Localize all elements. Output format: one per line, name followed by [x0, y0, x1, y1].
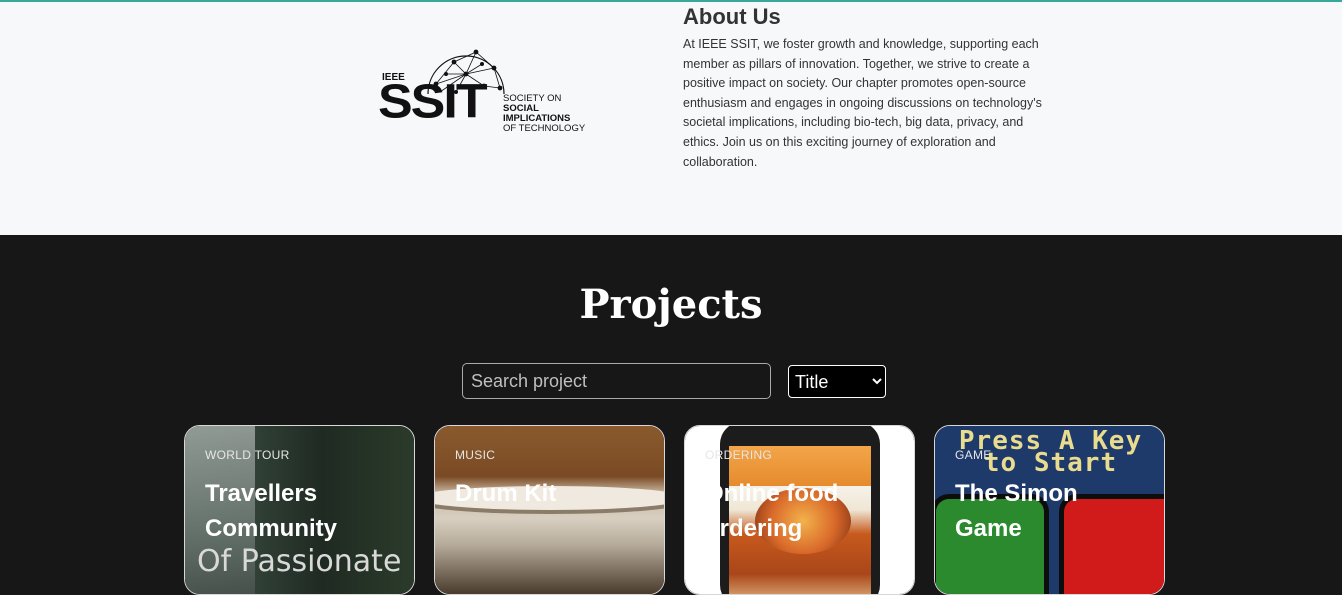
logo-line-3: OF TECHNOLOGY: [503, 123, 586, 134]
project-card-online-food-ordering[interactable]: ORDERING Online food ordering: [684, 425, 915, 595]
card-title: Online food ordering: [705, 480, 839, 542]
project-card-simon-game[interactable]: Press A Key to Start GAME The Simon Game: [934, 425, 1165, 595]
card-title: The Simon Game: [955, 480, 1078, 542]
about-description: At IEEE SSIT, we foster growth and knowl…: [683, 37, 1042, 169]
project-card-drum-kit[interactable]: MUSIC Drum Kit: [434, 425, 665, 595]
card-category: GAME: [955, 448, 992, 462]
card-title: Travellers Community: [205, 480, 337, 542]
search-project-input[interactable]: [462, 363, 771, 399]
about-title: About Us: [683, 4, 781, 29]
ieee-ssit-logo: IEEE SSIT SOCIETY ON SOCIAL IMPLICATIONS…: [378, 44, 588, 134]
project-card-travellers-community[interactable]: Of Passionate WORLD TOUR Travellers Comm…: [184, 425, 415, 595]
about-section: IEEE SSIT SOCIETY ON SOCIAL IMPLICATIONS…: [0, 2, 1342, 235]
card-title: Drum Kit: [455, 480, 557, 507]
sort-select[interactable]: Title: [788, 365, 886, 398]
card-category: WORLD TOUR: [205, 448, 290, 462]
projects-title: Projects: [579, 280, 763, 328]
logo-subtitle: SOCIETY ON SOCIAL IMPLICATIONS OF TECHNO…: [503, 94, 588, 134]
logo-line-2: SOCIAL IMPLICATIONS: [503, 103, 571, 124]
logo-ssit-text: SSIT: [378, 75, 488, 129]
card-category: ORDERING: [705, 448, 773, 462]
card-image-text: Of Passionate: [197, 544, 402, 579]
card-category: MUSIC: [455, 448, 496, 462]
